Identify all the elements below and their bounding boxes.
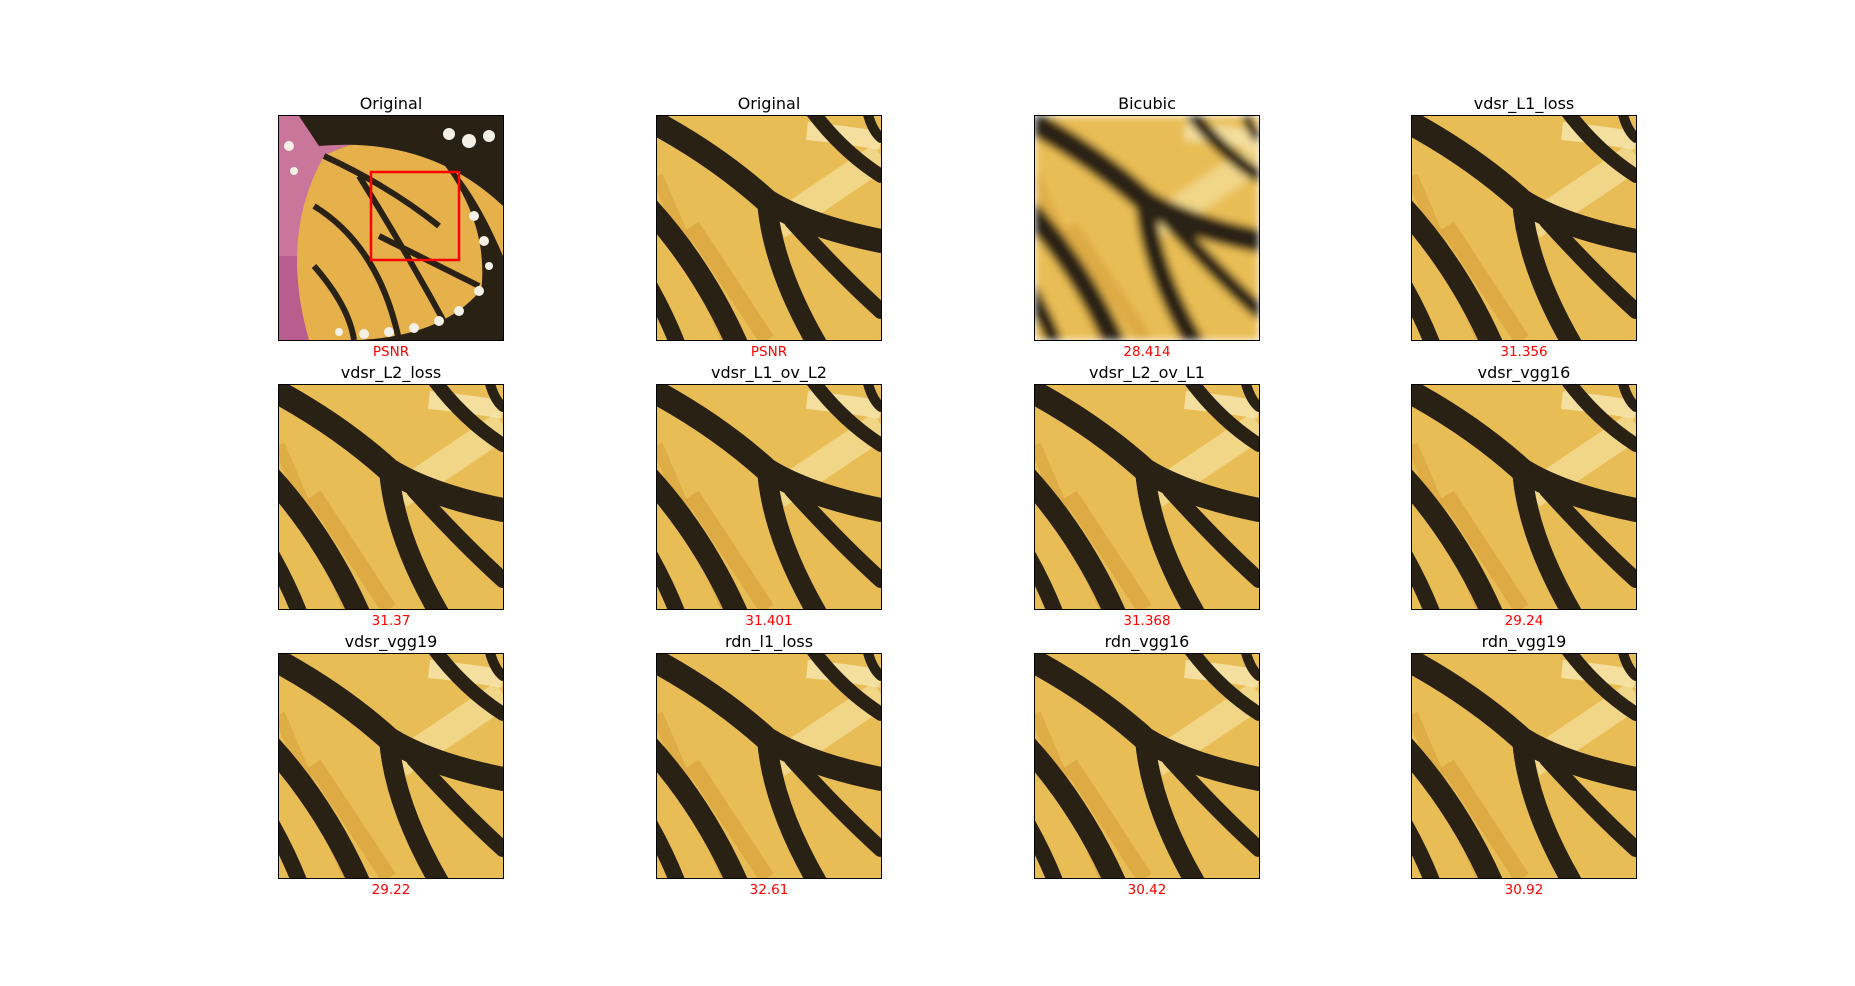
butterfly-crop-image [1411,653,1637,879]
butterfly-crop-image [656,653,882,879]
butterfly-crop-image [1034,384,1260,610]
butterfly-crop-image [278,653,504,879]
butterfly-crop-image [656,115,882,341]
panel-title: rdn_vgg19 [1481,632,1567,651]
psnr-caption: 31.37 [371,613,411,629]
butterfly-crop-image [1411,115,1637,341]
panel-title: vdsr_L2_ov_L1 [1089,363,1205,382]
butterfly-crop-image [278,384,504,610]
panel-title: vdsr_vgg19 [344,632,438,651]
psnr-caption: 32.61 [749,882,789,898]
psnr-caption: PSNR [372,344,410,360]
psnr-caption: 30.92 [1504,882,1544,898]
psnr-caption: PSNR [750,344,788,360]
panel-title: vdsr_L1_ov_L2 [711,363,827,382]
panel-title: Original [359,94,423,113]
panel-title: rdn_l1_loss [724,632,814,651]
psnr-caption: 29.22 [371,882,411,898]
psnr-caption: 28.414 [1123,344,1171,360]
psnr-caption: 30.42 [1127,882,1167,898]
butterfly-crop-image [1034,115,1260,341]
butterfly-full-image [278,115,504,341]
panel-title: vdsr_L2_loss [340,363,442,382]
panel-title: vdsr_vgg16 [1477,363,1571,382]
psnr-caption: 31.368 [1123,613,1171,629]
butterfly-crop-image [656,384,882,610]
panel-title: rdn_vgg16 [1104,632,1190,651]
psnr-caption: 31.356 [1500,344,1548,360]
butterfly-crop-image [1034,653,1260,879]
butterfly-crop-image [1411,384,1637,610]
panel-title: Original [737,94,801,113]
psnr-caption: 29.24 [1504,613,1544,629]
panel-title: vdsr_L1_loss [1473,94,1575,113]
panel-title: Bicubic [1118,94,1176,113]
psnr-caption: 31.401 [745,613,793,629]
